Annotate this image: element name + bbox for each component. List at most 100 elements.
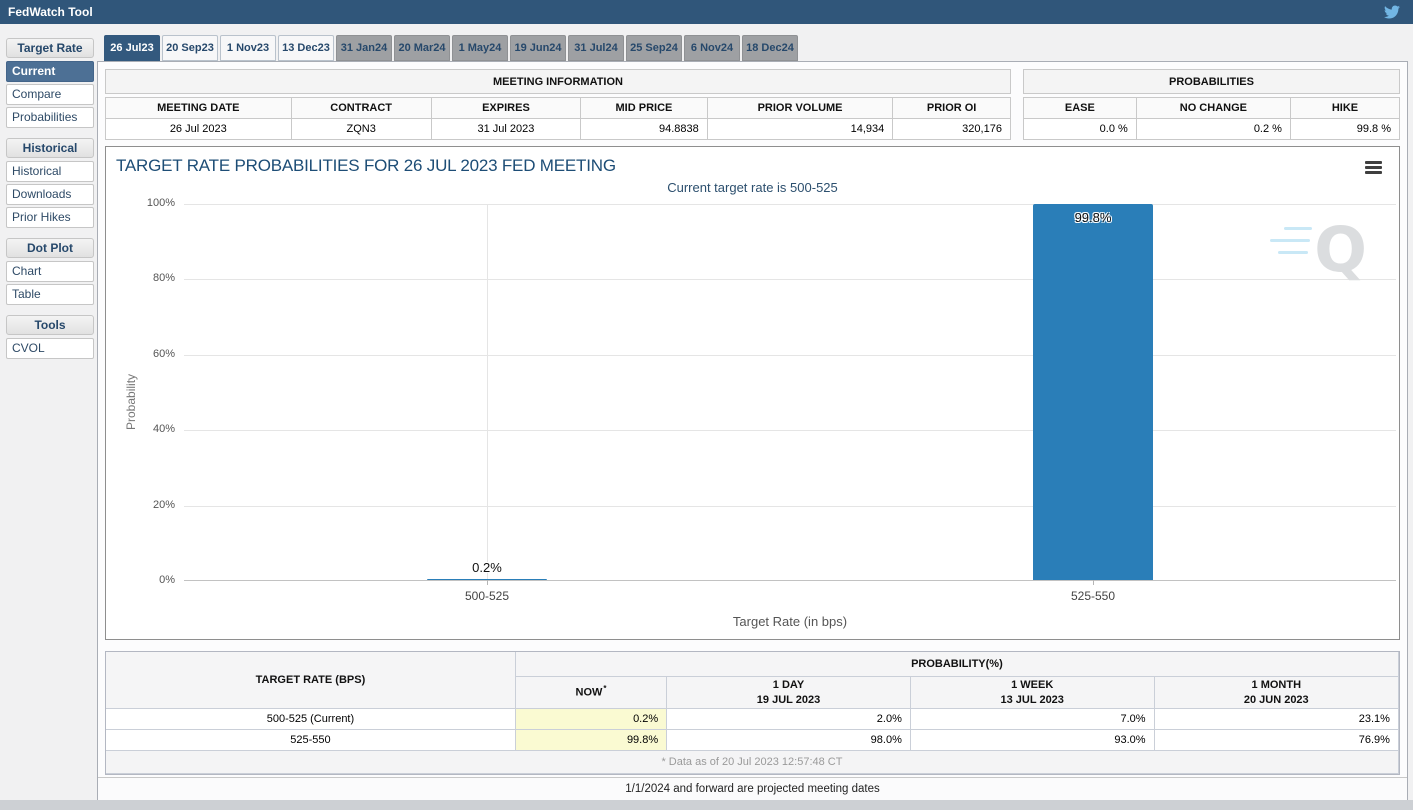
y-tick-label: 40% [125, 423, 175, 435]
now-value: 99.8% [516, 730, 667, 751]
bar-525-550[interactable] [1033, 204, 1153, 580]
column-header-contract: CONTRACT [292, 98, 432, 119]
tab-20-mar24[interactable]: 20 Mar24 [394, 35, 450, 61]
month-value: 23.1% [1155, 709, 1399, 730]
twitter-icon[interactable] [1384, 4, 1400, 20]
tab-26-jul23[interactable]: 26 Jul23 [104, 35, 160, 61]
chart-menu-icon[interactable] [1365, 161, 1382, 176]
value-cell: 0.2 % [1137, 119, 1291, 140]
main-area: 26 Jul2320 Sep231 Nov2313 Dec2331 Jan242… [97, 24, 1408, 802]
probabilities-title: PROBABILITIES [1023, 69, 1400, 94]
sidebar-section-tools: Tools [6, 315, 94, 335]
week-value: 7.0% [911, 709, 1155, 730]
value-cell: 94.8838 [581, 119, 708, 140]
content-area: Target Rate CurrentCompareProbabilities Hi… [0, 24, 1413, 802]
gridline [184, 204, 1396, 205]
value-cell: 320,176 [893, 119, 1011, 140]
sidebar-item-cvol[interactable]: CVOL [6, 338, 94, 359]
x-tick-label: 500-525 [407, 589, 567, 603]
day-column-header: 1 DAY19 JUL 2023 [667, 677, 911, 709]
now-column-header: NOW* [516, 677, 667, 709]
value-cell: 99.8 % [1291, 119, 1400, 140]
y-axis-title: Probability [124, 374, 138, 430]
sidebar-item-prior-hikes[interactable]: Prior Hikes [6, 207, 94, 228]
tab-31-jul24[interactable]: 31 Jul24 [568, 35, 624, 61]
sidebar-section-target-rate: Target Rate [6, 38, 94, 58]
day-value: 98.0% [667, 730, 911, 751]
x-tick-label: 525-550 [1013, 589, 1173, 603]
week-value: 93.0% [911, 730, 1155, 751]
chart-subtitle: Current target rate is 500-525 [106, 180, 1399, 195]
info-row: MEETING INFORMATION MEETING DATECONTRACT… [105, 69, 1400, 140]
sidebar-item-table[interactable]: Table [6, 284, 94, 305]
column-header-hike: HIKE [1291, 98, 1400, 119]
projected-dates-note: 1/1/2024 and forward are projected meeti… [98, 777, 1407, 801]
column-header-ease: EASE [1024, 98, 1137, 119]
quikstrike-watermark: Q [1314, 213, 1367, 286]
target-rate-bps-header: TARGET RATE (BPS) [106, 652, 516, 709]
column-header-meeting-date: MEETING DATE [106, 98, 292, 119]
meeting-info-table: MEETING INFORMATION MEETING DATECONTRACT… [105, 69, 1011, 140]
bar-value-label: 0.2% [407, 560, 567, 575]
page-bottom-strip [0, 800, 1413, 810]
y-tick-label: 60% [125, 348, 175, 360]
gridline [184, 430, 1396, 431]
sidebar: Target Rate CurrentCompareProbabilities Hi… [0, 24, 97, 802]
main-panel: MEETING INFORMATION MEETING DATECONTRACT… [97, 61, 1408, 802]
month-column-header: 1 MONTH20 JUN 2023 [1155, 677, 1399, 709]
column-header-prior-oi: PRIOR OI [893, 98, 1011, 119]
tab-31-jan24[interactable]: 31 Jan24 [336, 35, 392, 61]
sidebar-item-historical[interactable]: Historical [6, 161, 94, 182]
rate-row-label: 500-525 (Current) [106, 709, 516, 730]
vertical-gridline [487, 204, 488, 580]
tab-20-sep23[interactable]: 20 Sep23 [162, 35, 218, 61]
sidebar-item-probabilities[interactable]: Probabilities [6, 107, 94, 128]
probabilities-grid: EASENO CHANGEHIKE0.0 %0.2 %99.8 % [1023, 97, 1400, 140]
week-column-header: 1 WEEK13 JUL 2023 [911, 677, 1155, 709]
y-tick-label: 80% [125, 272, 175, 284]
gridline [184, 355, 1396, 356]
probability-table: TARGET RATE (BPS) PROBABILITY(%) NOW* 1 … [105, 651, 1400, 775]
value-cell: ZQN3 [292, 119, 432, 140]
table-footnote-row: * Data as of 20 Jul 2023 12:57:48 CT [106, 751, 1399, 774]
chart-title: TARGET RATE PROBABILITIES FOR 26 JUL 202… [106, 147, 1399, 176]
rate-row-label: 525-550 [106, 730, 516, 751]
column-header-mid-price: MID PRICE [581, 98, 708, 119]
sidebar-item-chart[interactable]: Chart [6, 261, 94, 282]
meeting-tabs: 26 Jul2320 Sep231 Nov2313 Dec2331 Jan242… [104, 35, 1408, 61]
probabilities-table: PROBABILITIES EASENO CHANGEHIKE0.0 %0.2 … [1023, 69, 1400, 140]
y-tick-label: 100% [125, 197, 175, 209]
tab-13-dec23[interactable]: 13 Dec23 [278, 35, 334, 61]
day-value: 2.0% [667, 709, 911, 730]
tab-19-jun24[interactable]: 19 Jun24 [510, 35, 566, 61]
tab-25-sep24[interactable]: 25 Sep24 [626, 35, 682, 61]
tab-18-dec24[interactable]: 18 Dec24 [742, 35, 798, 61]
bar-value-label: 99.8% [1013, 210, 1173, 225]
column-header-prior-volume: PRIOR VOLUME [708, 98, 894, 119]
meeting-info-grid: MEETING DATECONTRACTEXPIRESMID PRICEPRIO… [105, 97, 1011, 140]
plot-area: 0%20%40%60%80%100%0.2%500-52599.8%525-55… [184, 204, 1396, 581]
top-bar: FedWatch Tool [0, 0, 1413, 24]
tab-6-nov24[interactable]: 6 Nov24 [684, 35, 740, 61]
fedwatch-page: FedWatch Tool Target RateCurrentCompareP… [0, 0, 1413, 810]
sidebar-section-dot-plot: Dot Plot [6, 238, 94, 258]
y-tick-label: 0% [125, 574, 175, 586]
gridline [184, 279, 1396, 280]
tab-1-may24[interactable]: 1 May24 [452, 35, 508, 61]
value-cell: 31 Jul 2023 [432, 119, 581, 140]
now-value: 0.2% [516, 709, 667, 730]
sidebar-item-compare[interactable]: Compare [6, 84, 94, 105]
x-axis-title: Target Rate (in bps) [184, 614, 1396, 629]
chart-panel: TARGET RATE PROBABILITIES FOR 26 JUL 202… [105, 146, 1400, 640]
sidebar-section-historical: Historical [6, 138, 94, 158]
meeting-info-title: MEETING INFORMATION [105, 69, 1011, 94]
sidebar-item-current[interactable]: Current [6, 61, 94, 82]
gridline [184, 506, 1396, 507]
column-header-expires: EXPIRES [432, 98, 581, 119]
sidebar-item-downloads[interactable]: Downloads [6, 184, 94, 205]
tab-1-nov23[interactable]: 1 Nov23 [220, 35, 276, 61]
column-header-no-change: NO CHANGE [1137, 98, 1291, 119]
value-cell: 26 Jul 2023 [106, 119, 292, 140]
x-axis-tick [1093, 580, 1094, 585]
app-title: FedWatch Tool [8, 5, 93, 19]
